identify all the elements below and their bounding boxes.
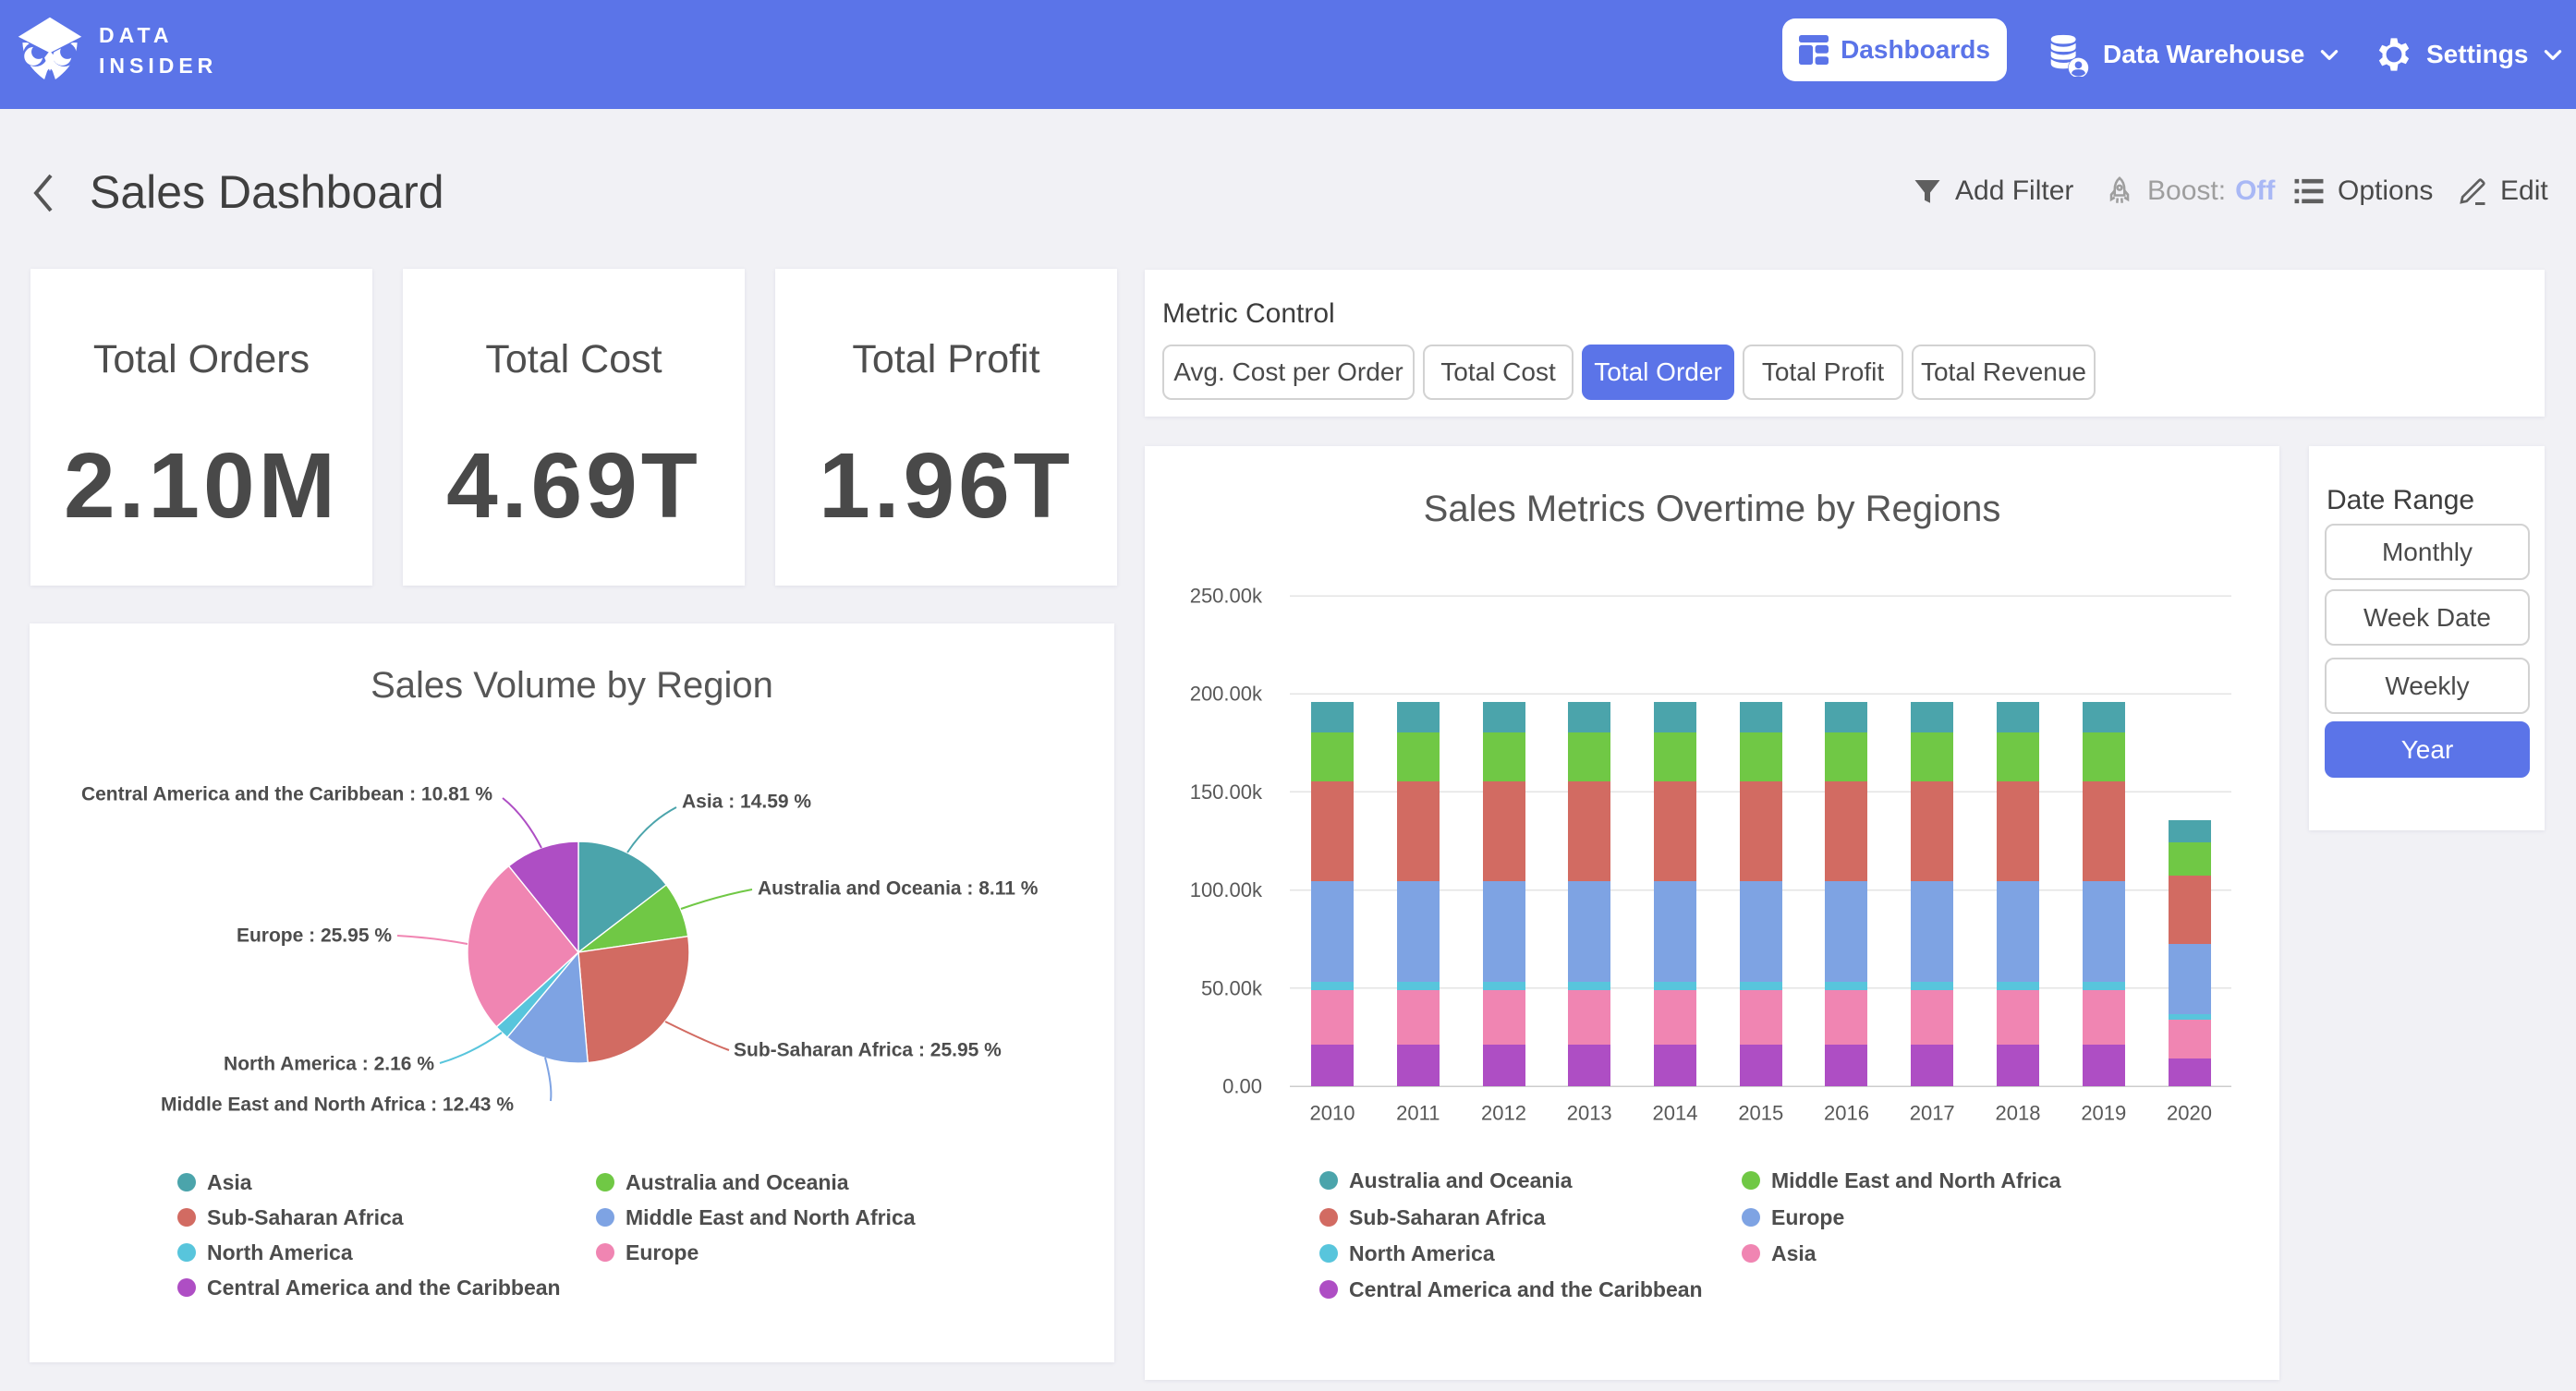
svg-text:Sales Volume by Region: Sales Volume by Region — [371, 665, 773, 706]
svg-text:2013: 2013 — [1567, 1102, 1612, 1125]
svg-text:0.00: 0.00 — [1222, 1075, 1262, 1098]
svg-text:Europe: Europe — [1771, 1205, 1844, 1229]
svg-text:North America : 2.16 %: North America : 2.16 % — [224, 1054, 434, 1075]
svg-text:250.00k: 250.00k — [1190, 585, 1263, 608]
svg-text:Middle East and North Africa :: Middle East and North Africa : 12.43 % — [161, 1095, 514, 1116]
svg-text:Australia and Oceania : 8.11 %: Australia and Oceania : 8.11 % — [758, 878, 1039, 900]
svg-text:Asia: Asia — [207, 1170, 252, 1194]
svg-text:Sales Metrics Overtime by Regi: Sales Metrics Overtime by Regions — [1424, 489, 2001, 529]
svg-text:Middle East and North Africa: Middle East and North Africa — [626, 1205, 916, 1229]
svg-text:North America: North America — [207, 1240, 353, 1264]
svg-text:2016: 2016 — [1824, 1102, 1869, 1125]
svg-text:50.00k: 50.00k — [1201, 976, 1263, 999]
svg-text:2011: 2011 — [1396, 1102, 1440, 1125]
svg-text:Australia and Oceania: Australia and Oceania — [626, 1170, 849, 1194]
svg-text:Sub-Saharan Africa : 25.95 %: Sub-Saharan Africa : 25.95 % — [734, 1040, 1002, 1061]
svg-text:Europe: Europe — [626, 1240, 699, 1264]
svg-text:Central America and the Caribb: Central America and the Caribbean — [207, 1276, 561, 1300]
svg-text:Australia and Oceania: Australia and Oceania — [1349, 1168, 1573, 1192]
svg-text:Europe : 25.95 %: Europe : 25.95 % — [237, 925, 392, 947]
svg-text:Sub-Saharan Africa: Sub-Saharan Africa — [1349, 1205, 1546, 1229]
svg-text:2017: 2017 — [1910, 1102, 1955, 1125]
svg-text:2014: 2014 — [1653, 1102, 1698, 1125]
svg-text:2018: 2018 — [1996, 1102, 2041, 1125]
svg-text:Central America and the Caribb: Central America and the Caribbean — [1349, 1277, 1703, 1301]
svg-text:2019: 2019 — [2081, 1102, 2126, 1125]
svg-text:North America: North America — [1349, 1241, 1495, 1265]
svg-text:Central America and the Caribb: Central America and the Caribbean : 10.8… — [81, 784, 492, 805]
svg-text:150.00k: 150.00k — [1190, 780, 1263, 804]
svg-text:2010: 2010 — [1310, 1102, 1355, 1125]
svg-text:Asia : 14.59 %: Asia : 14.59 % — [682, 792, 811, 813]
svg-text:2015: 2015 — [1738, 1102, 1783, 1125]
svg-text:100.00k: 100.00k — [1190, 878, 1263, 901]
svg-text:2012: 2012 — [1481, 1102, 1526, 1125]
svg-text:Asia: Asia — [1771, 1241, 1817, 1265]
svg-text:Sub-Saharan Africa: Sub-Saharan Africa — [207, 1205, 404, 1229]
svg-text:2020: 2020 — [2167, 1102, 2212, 1125]
svg-text:Middle East and North Africa: Middle East and North Africa — [1771, 1168, 2061, 1192]
svg-text:200.00k: 200.00k — [1190, 683, 1263, 706]
